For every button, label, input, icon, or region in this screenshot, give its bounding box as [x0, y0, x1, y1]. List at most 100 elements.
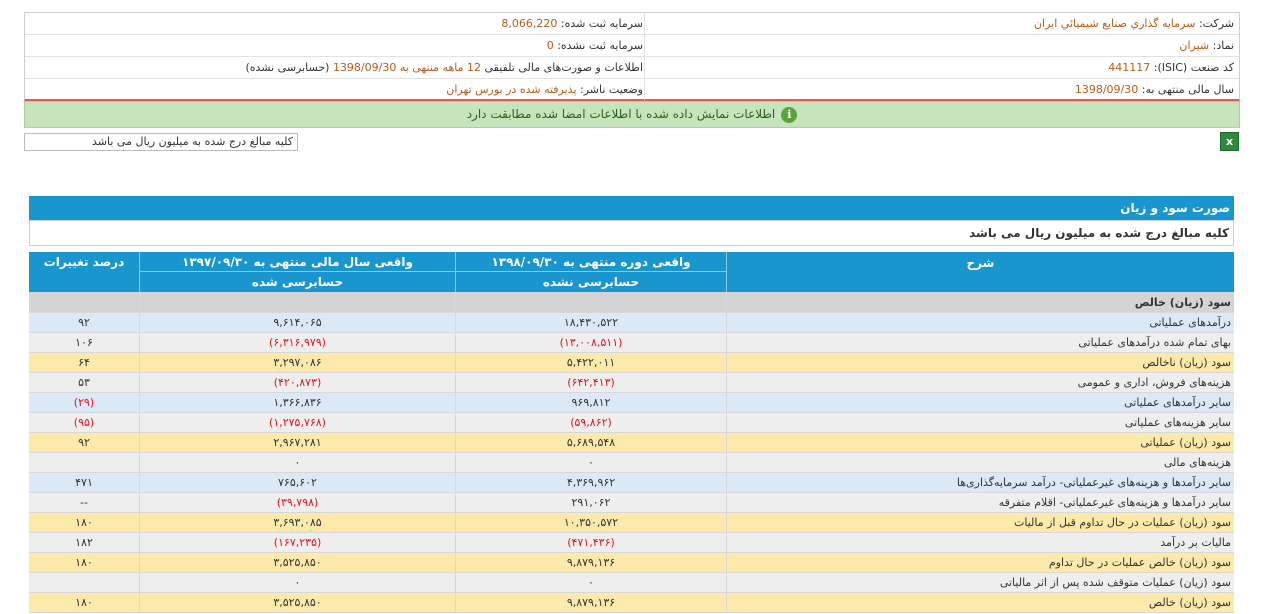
- table-row: سود (زیان) خالص عملیات در حال تداوم ۹,۸۷۹…: [29, 553, 1234, 573]
- row-value-1397: ۱,۳۶۶,۸۳۶: [139, 393, 455, 412]
- row-value-1398: (۱۳,۰۰۸,۵۱۱): [455, 333, 726, 352]
- statement-title-bar: صورت سود و زیان: [29, 196, 1234, 220]
- capital-reg-value: 8,066,220: [501, 17, 558, 30]
- row-description: سایر درآمدهای عملیاتی: [726, 393, 1234, 412]
- row-value-1398: ۵,۶۸۹,۵۴۸: [455, 433, 726, 452]
- row-value-1397: (۳۹,۷۹۸): [139, 493, 455, 512]
- header-col1-bottom: حسابرسی نشده: [455, 272, 726, 292]
- row-value-1398: ۵,۴۲۲,۰۱۱: [455, 353, 726, 372]
- table-row: بهای تمام شده درآمدهای عملیاتی (۱۳,۰۰۸,۵۱…: [29, 333, 1234, 353]
- table-row: سایر درآمدهای عملیاتی ۹۶۹,۸۱۲ ۱,۳۶۶,۸۳۶ (۲۹…: [29, 393, 1234, 413]
- row-value-1397: (۶,۳۱۶,۹۷۹): [139, 333, 455, 352]
- company-label: شرکت:: [1198, 17, 1234, 30]
- capital-unreg-value: 0: [546, 39, 554, 52]
- company-value: سرمايه گذاري صنايع شيميائي ايران: [1033, 17, 1196, 30]
- publisher-value: پذیرفته شده در بورس تهران: [446, 83, 577, 96]
- fiscal-label: سال مالی منتهی به:: [1141, 83, 1234, 96]
- row-change-percent: (۲۹): [73, 396, 95, 409]
- table-row: سود (زیان) ناخالص ۵,۴۲۲,۰۱۱ ۳,۲۹۷,۰۸۶ ۶۴: [29, 353, 1234, 373]
- table-row: سود (زیان) خالص ۹,۸۷۹,۱۳۶ ۳,۵۲۵,۸۵۰ ۱۸۰: [29, 593, 1234, 613]
- row-value-1397: (۴۲۰,۸۷۳): [139, 373, 455, 392]
- row-value-1398: ۴,۳۶۹,۹۶۲: [455, 473, 726, 492]
- table-row: سود (زیان) عملیات در حال تداوم قبل از ما…: [29, 513, 1234, 533]
- row-value-1397: ۰: [139, 453, 455, 472]
- row-value-1398: ۹,۸۷۹,۱۳۶: [455, 553, 726, 572]
- table-row: سایر درآمدها و هزینه‌های غیرعملیاتی- اقل…: [29, 493, 1234, 513]
- publisher-label: وضعیت ناشر:: [580, 83, 643, 96]
- notice-text: اطلاعات نمایش داده شده با اطلاعات امضا ش…: [466, 107, 776, 121]
- row-value-1398: ۹,۸۷۹,۱۳۶: [455, 593, 726, 612]
- header-desc: شرح: [726, 252, 1234, 292]
- row-change-percent: ۱۸۰: [75, 516, 93, 529]
- row-value-1397: ۳,۲۹۷,۰۸۶: [139, 353, 455, 372]
- row-change-percent: ۹۲: [78, 436, 90, 449]
- header-col3: درصد تغییرات: [43, 255, 125, 269]
- row-description: سود (زیان) عملیات متوقف شده پس از اثر ما…: [726, 573, 1234, 592]
- header-col2-bottom: حسابرسی شده: [139, 272, 455, 292]
- table-row: مالیات بر درآمد (۴۷۱,۴۳۶) (۱۶۷,۲۳۵) ۱۸۲: [29, 533, 1234, 553]
- table-row: هزینه‌های فروش، اداری و عمومی (۶۴۲,۴۱۳) (۴…: [29, 373, 1234, 393]
- row-value-1398: ۹۶۹,۸۱۲: [455, 393, 726, 412]
- row-description: درآمدهای عملیاتی: [726, 313, 1234, 332]
- excel-export-icon[interactable]: x: [1220, 132, 1239, 151]
- row-value-1398: (۴۷۱,۴۳۶): [455, 533, 726, 552]
- symbol-label: نماد:: [1212, 39, 1234, 52]
- symbol-value[interactable]: شيران: [1179, 39, 1209, 52]
- row-change-percent: ۹۲: [78, 316, 90, 329]
- row-change-percent: [29, 573, 139, 592]
- row-value-1398: ۰: [455, 573, 726, 592]
- row-description: سود (زیان) عملیاتی: [726, 433, 1234, 452]
- row-value-1398: (۵۹,۸۶۲): [455, 413, 726, 432]
- capital-unreg-label: سرمایه ثبت نشده:: [557, 39, 643, 52]
- isic-value: 441117: [1108, 61, 1151, 74]
- table-header: شرح واقعی دوره منتهی به ۱۳۹۸/۰۹/۳۰ حسابر…: [29, 252, 1234, 292]
- row-value-1397: ۷۶۵,۶۰۲: [139, 473, 455, 492]
- info-row-company: شرکت: سرمايه گذاري صنايع شيميائي ايران س…: [25, 13, 1239, 35]
- table-row: سایر هزینه‌های عملیاتی (۵۹,۸۶۲) (۱,۲۷۵,۷۶۸…: [29, 413, 1234, 433]
- row-description: سود (زیان) خالص عملیات در حال تداوم: [726, 553, 1234, 572]
- row-change-percent: ۱۸۰: [75, 556, 93, 569]
- info-row-isic: کد صنعت (ISIC): 441117 اطلاعات و صورت‌ها…: [25, 57, 1239, 79]
- row-description: سایر درآمدها و هزینه‌های غیرعملیاتی- درآ…: [726, 473, 1234, 492]
- header-col1-top: واقعی دوره منتهی به ۱۳۹۸/۰۹/۳۰: [455, 252, 726, 272]
- row-value-1397: ۰: [139, 573, 455, 592]
- row-change-percent: ۵۳: [78, 376, 90, 389]
- table-row: هزینه‌های مالی ۰ ۰: [29, 453, 1234, 473]
- row-value-1398: ۰: [455, 453, 726, 472]
- row-change-percent: ۴۷۱: [75, 476, 93, 489]
- row-value-1397: (۱۶۷,۲۳۵): [139, 533, 455, 552]
- row-value-1397: (۱,۲۷۵,۷۶۸): [139, 413, 455, 432]
- section-row: سود (زیان) خالص: [29, 292, 1234, 313]
- company-info-box: شرکت: سرمايه گذاري صنايع شيميائي ايران س…: [24, 12, 1240, 102]
- table-row: سود (زیان) عملیات متوقف شده پس از اثر ما…: [29, 573, 1234, 593]
- report-desc-period: 12 ماهه منتهی به 1398/09/30: [332, 61, 482, 74]
- row-value-1398: ۱۰,۳۵۰,۵۷۲: [455, 513, 726, 532]
- fiscal-value: 1398/09/30: [1074, 83, 1139, 96]
- row-change-percent: (۹۵): [73, 416, 95, 429]
- row-description: سایر هزینه‌های عملیاتی: [726, 413, 1234, 432]
- row-description: بهای تمام شده درآمدهای عملیاتی: [726, 333, 1234, 352]
- row-value-1398: ۱۸,۴۳۰,۵۲۲: [455, 313, 726, 332]
- isic-label: کد صنعت (ISIC):: [1153, 61, 1234, 74]
- info-row-fiscal: سال مالی منتهی به: 1398/09/30 وضعیت ناشر…: [25, 79, 1239, 100]
- row-description: هزینه‌های فروش، اداری و عمومی: [726, 373, 1234, 392]
- row-value-1397: ۹,۶۱۴,۰۶۵: [139, 313, 455, 332]
- verification-notice: i اطلاعات نمایش داده شده با اطلاعات امضا …: [24, 101, 1240, 128]
- row-change-percent: ۱۰۶: [75, 336, 93, 349]
- statement-unit-bar: کلیه مبالغ درج شده به میلیون ریال می باش…: [29, 220, 1234, 246]
- table-row: درآمدهای عملیاتی ۱۸,۴۳۰,۵۲۲ ۹,۶۱۴,۰۶۵ ۹۲: [29, 313, 1234, 333]
- row-description: هزینه‌های مالی: [726, 453, 1234, 472]
- row-description: سود (زیان) ناخالص: [726, 353, 1234, 372]
- row-description: مالیات بر درآمد: [726, 533, 1234, 552]
- row-change-percent: --: [80, 496, 88, 509]
- row-description: سود (زیان) عملیات در حال تداوم قبل از ما…: [726, 513, 1234, 532]
- info-row-symbol: نماد: شيران سرمایه ثبت نشده: 0: [25, 35, 1239, 57]
- capital-reg-label: سرمایه ثبت شده:: [560, 17, 643, 30]
- section-row-label: سود (زیان) خالص: [726, 292, 1234, 313]
- statement-unit-text: کلیه مبالغ درج شده به میلیون ریال می باش…: [969, 226, 1229, 240]
- table-row: سود (زیان) عملیاتی ۵,۶۸۹,۵۴۸ ۲,۹۶۷,۲۸۱ ۹۲: [29, 433, 1234, 453]
- row-description: سود (زیان) خالص: [726, 593, 1234, 612]
- table-row: سایر درآمدها و هزینه‌های غیرعملیاتی- درآ…: [29, 473, 1234, 493]
- row-value-1397: ۳,۶۹۳,۰۸۵: [139, 513, 455, 532]
- row-description: سایر درآمدها و هزینه‌های غیرعملیاتی- اقل…: [726, 493, 1234, 512]
